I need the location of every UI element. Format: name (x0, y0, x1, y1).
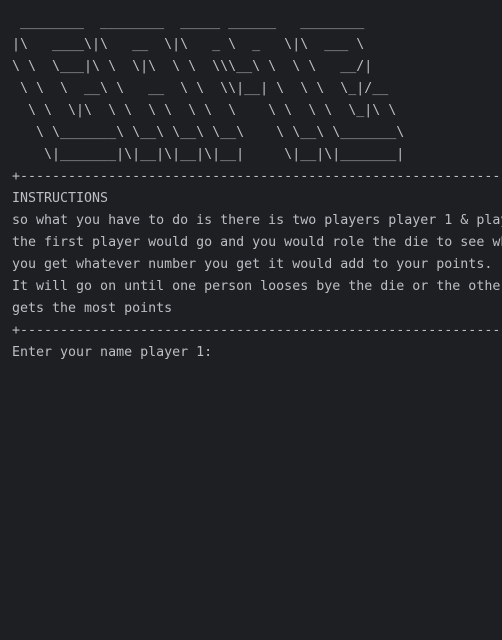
instructions-line: gets the most points (12, 301, 173, 316)
instructions-line: It will go on until one person looses by… (12, 279, 502, 294)
ascii-art-line: \ \ \ __\ \ __ \ \ \\|__| \ \ \ \_|/__ (12, 81, 389, 96)
name-prompt-row: Enter your name player 1: (12, 342, 502, 364)
name-prompt-label: Enter your name player 1: (12, 345, 221, 360)
instructions-line: the first player would go and you would … (12, 235, 502, 250)
ascii-art-line: ________ ________ _____ ______ ________ (12, 15, 365, 30)
separator-bottom: +---------------------------------------… (12, 323, 502, 338)
player1-name-input[interactable] (220, 343, 471, 363)
terminal-console: ________ ________ _____ ______ ________ … (0, 0, 502, 640)
ascii-art-line: \ \ \___|\ \ \|\ \ \ \\\__\ \ \ \ __/| (12, 59, 373, 74)
instructions-line: you get whatever number you get it would… (12, 257, 493, 272)
separator-top: +---------------------------------------… (12, 169, 502, 184)
ascii-art-line: \ \_______\ \__\ \__\ \__\ \ \__\ \_____… (12, 125, 405, 140)
instructions-block: INSTRUCTIONS so what you have to do is t… (12, 188, 502, 320)
ascii-art-line: \ \ \|\ \ \ \ \ \ \ \ \ \ \ \ \_|\ \ (12, 103, 397, 118)
ascii-art-line: \|_______|\|__|\|__|\|__| \|__|\|_______… (12, 147, 405, 162)
ascii-art-line: |\ ____\|\ __ \|\ _ \ _ \|\ ___ \ (12, 37, 365, 52)
ascii-art-banner: ________ ________ _____ ______ ________ … (12, 12, 502, 166)
instructions-heading: INSTRUCTIONS (12, 191, 109, 206)
instructions-line: so what you have to do is there is two p… (12, 213, 502, 228)
